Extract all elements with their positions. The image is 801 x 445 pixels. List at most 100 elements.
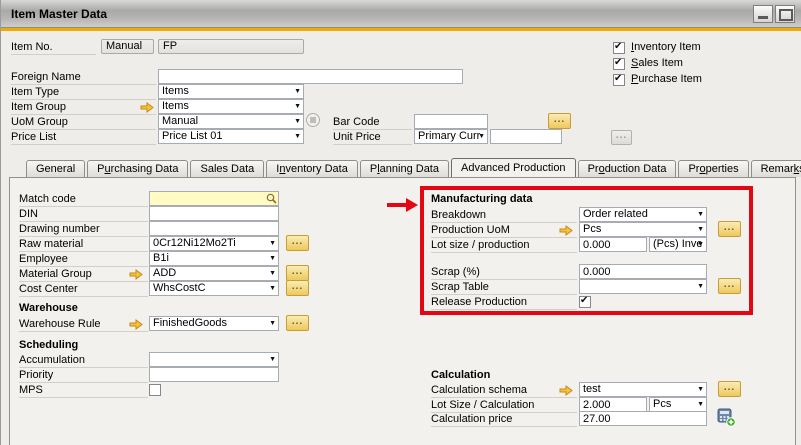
scrap-percent-label: Scrap (%)	[431, 266, 577, 280]
raw-material-browse-button[interactable]: ...	[286, 235, 309, 251]
unit-price-input[interactable]	[490, 129, 562, 144]
scheduling-section-header: Scheduling	[19, 339, 78, 352]
minimize-icon	[758, 16, 768, 19]
tab-inventory-data[interactable]: Inventory Data	[266, 160, 358, 177]
lot-size-calculation-input[interactable]	[579, 397, 647, 412]
item-no-label: Item No.	[11, 41, 96, 55]
price-list-label: Price List	[11, 131, 156, 145]
link-arrow-icon[interactable]	[129, 269, 143, 280]
unit-price-label: Unit Price	[333, 131, 412, 145]
lot-size-production-input[interactable]	[579, 237, 647, 252]
bar-code-browse-button[interactable]: ...	[548, 113, 571, 129]
link-arrow-icon[interactable]	[129, 319, 143, 330]
bar-code-label: Bar Code	[333, 116, 412, 130]
maximize-button[interactable]	[775, 5, 795, 23]
scrap-percent-input[interactable]	[579, 264, 707, 279]
lot-size-production-uom-dropdown[interactable]: (Pcs) Inve▼	[649, 237, 707, 252]
tab-properties[interactable]: Properties	[678, 160, 748, 177]
accumulation-dropdown[interactable]: ▼	[149, 352, 279, 367]
chevron-down-icon: ▼	[269, 285, 276, 292]
raw-material-dropdown[interactable]: 0Cr12Ni12Mo2Ti▼	[149, 236, 279, 251]
drawing-number-label: Drawing number	[19, 223, 148, 237]
cost-center-dropdown[interactable]: WhsCostC▼	[149, 281, 279, 296]
cost-center-label: Cost Center	[19, 283, 148, 297]
scrap-table-dropdown[interactable]: ▼	[579, 279, 707, 294]
lot-size-calculation-label: Lot Size / Calculation	[431, 399, 577, 413]
tab-strip: General Purchasing Data Sales Data Inven…	[26, 158, 801, 177]
warehouse-rule-dropdown[interactable]: FinishedGoods▼	[149, 316, 279, 331]
search-icon[interactable]	[266, 193, 277, 204]
release-production-label: Release Production	[431, 296, 577, 310]
drawing-number-input[interactable]	[149, 221, 279, 236]
mps-label: MPS	[19, 384, 148, 398]
uom-list-icon[interactable]	[305, 112, 321, 128]
title-bar[interactable]: Item Master Data	[1, 0, 801, 28]
uom-group-label: UoM Group	[11, 116, 156, 130]
material-group-dropdown[interactable]: ADD▼	[149, 266, 279, 281]
tab-remarks[interactable]: Remarks	[751, 160, 801, 177]
inventory-item-label: Inventory Item	[631, 41, 701, 54]
unit-price-currency-dropdown[interactable]: Primary Curr▼	[414, 129, 488, 144]
chevron-down-icon: ▼	[697, 401, 704, 408]
chevron-down-icon: ▼	[697, 241, 704, 248]
din-input[interactable]	[149, 206, 279, 221]
release-production-checkbox[interactable]	[579, 296, 591, 308]
din-label: DIN	[19, 208, 148, 222]
calculation-schema-dropdown[interactable]: test▼	[579, 382, 707, 397]
raw-material-label: Raw material	[19, 238, 148, 252]
link-arrow-icon[interactable]	[140, 102, 154, 113]
chevron-down-icon: ▼	[697, 211, 704, 218]
tab-general[interactable]: General	[26, 160, 85, 177]
priority-label: Priority	[19, 369, 148, 383]
item-group-dropdown[interactable]: Items▼	[158, 99, 304, 114]
link-arrow-icon[interactable]	[559, 385, 573, 396]
calculation-schema-browse-button[interactable]: ...	[718, 381, 741, 397]
sales-item-checkbox[interactable]	[613, 58, 625, 70]
accumulation-label: Accumulation	[19, 354, 148, 368]
bar-code-input[interactable]	[414, 114, 488, 129]
tab-production-data[interactable]: Production Data	[578, 160, 677, 177]
employee-label: Employee	[19, 253, 148, 267]
tab-purchasing-data[interactable]: Purchasing Data	[87, 160, 188, 177]
chevron-down-icon: ▼	[294, 103, 301, 110]
breakdown-dropdown[interactable]: Order related▼	[579, 207, 707, 222]
lot-size-production-label: Lot size / production	[431, 239, 577, 253]
item-master-data-window: Item Master Data Item No. Manual FP Inve…	[0, 0, 801, 445]
production-uom-browse-button[interactable]: ...	[718, 221, 741, 237]
warehouse-section-header: Warehouse	[19, 302, 78, 315]
item-no-series-field[interactable]: Manual	[101, 39, 154, 54]
tab-advanced-production[interactable]: Advanced Production	[451, 158, 576, 177]
item-group-label: Item Group	[11, 101, 156, 115]
lot-size-calculation-uom-dropdown[interactable]: Pcs▼	[649, 397, 707, 412]
tab-planning-data[interactable]: Planning Data	[360, 160, 449, 177]
cost-center-browse-button[interactable]: ...	[286, 280, 309, 296]
chevron-down-icon: ▼	[697, 283, 704, 290]
link-arrow-icon[interactable]	[559, 225, 573, 236]
minimize-button[interactable]	[753, 5, 773, 23]
uom-group-dropdown[interactable]: Manual▼	[158, 114, 304, 129]
scrap-table-browse-button[interactable]: ...	[718, 278, 741, 294]
production-uom-dropdown[interactable]: Pcs▼	[579, 222, 707, 237]
match-code-input[interactable]	[149, 191, 279, 206]
price-list-dropdown[interactable]: Price List 01▼	[158, 129, 304, 144]
breakdown-label: Breakdown	[431, 209, 577, 223]
chevron-down-icon: ▼	[269, 255, 276, 262]
chevron-down-icon: ▼	[697, 386, 704, 393]
chevron-down-icon: ▼	[269, 356, 276, 363]
purchase-item-checkbox[interactable]	[613, 74, 625, 86]
employee-dropdown[interactable]: B1i▼	[149, 251, 279, 266]
item-type-label: Item Type	[11, 86, 156, 100]
item-no-field[interactable]: FP	[158, 39, 304, 54]
tab-sales-data[interactable]: Sales Data	[190, 160, 264, 177]
match-code-label: Match code	[19, 193, 148, 207]
chevron-down-icon: ▼	[269, 320, 276, 327]
material-group-browse-button[interactable]: ...	[286, 265, 309, 281]
item-type-dropdown[interactable]: Items▼	[158, 84, 304, 99]
inventory-item-checkbox[interactable]	[613, 42, 625, 54]
foreign-name-input[interactable]	[158, 69, 463, 84]
warehouse-rule-browse-button[interactable]: ...	[286, 315, 309, 331]
calculation-price-input[interactable]	[579, 411, 707, 426]
calculator-add-icon[interactable]	[717, 408, 736, 427]
priority-input[interactable]	[149, 367, 279, 382]
mps-checkbox[interactable]	[149, 384, 161, 396]
